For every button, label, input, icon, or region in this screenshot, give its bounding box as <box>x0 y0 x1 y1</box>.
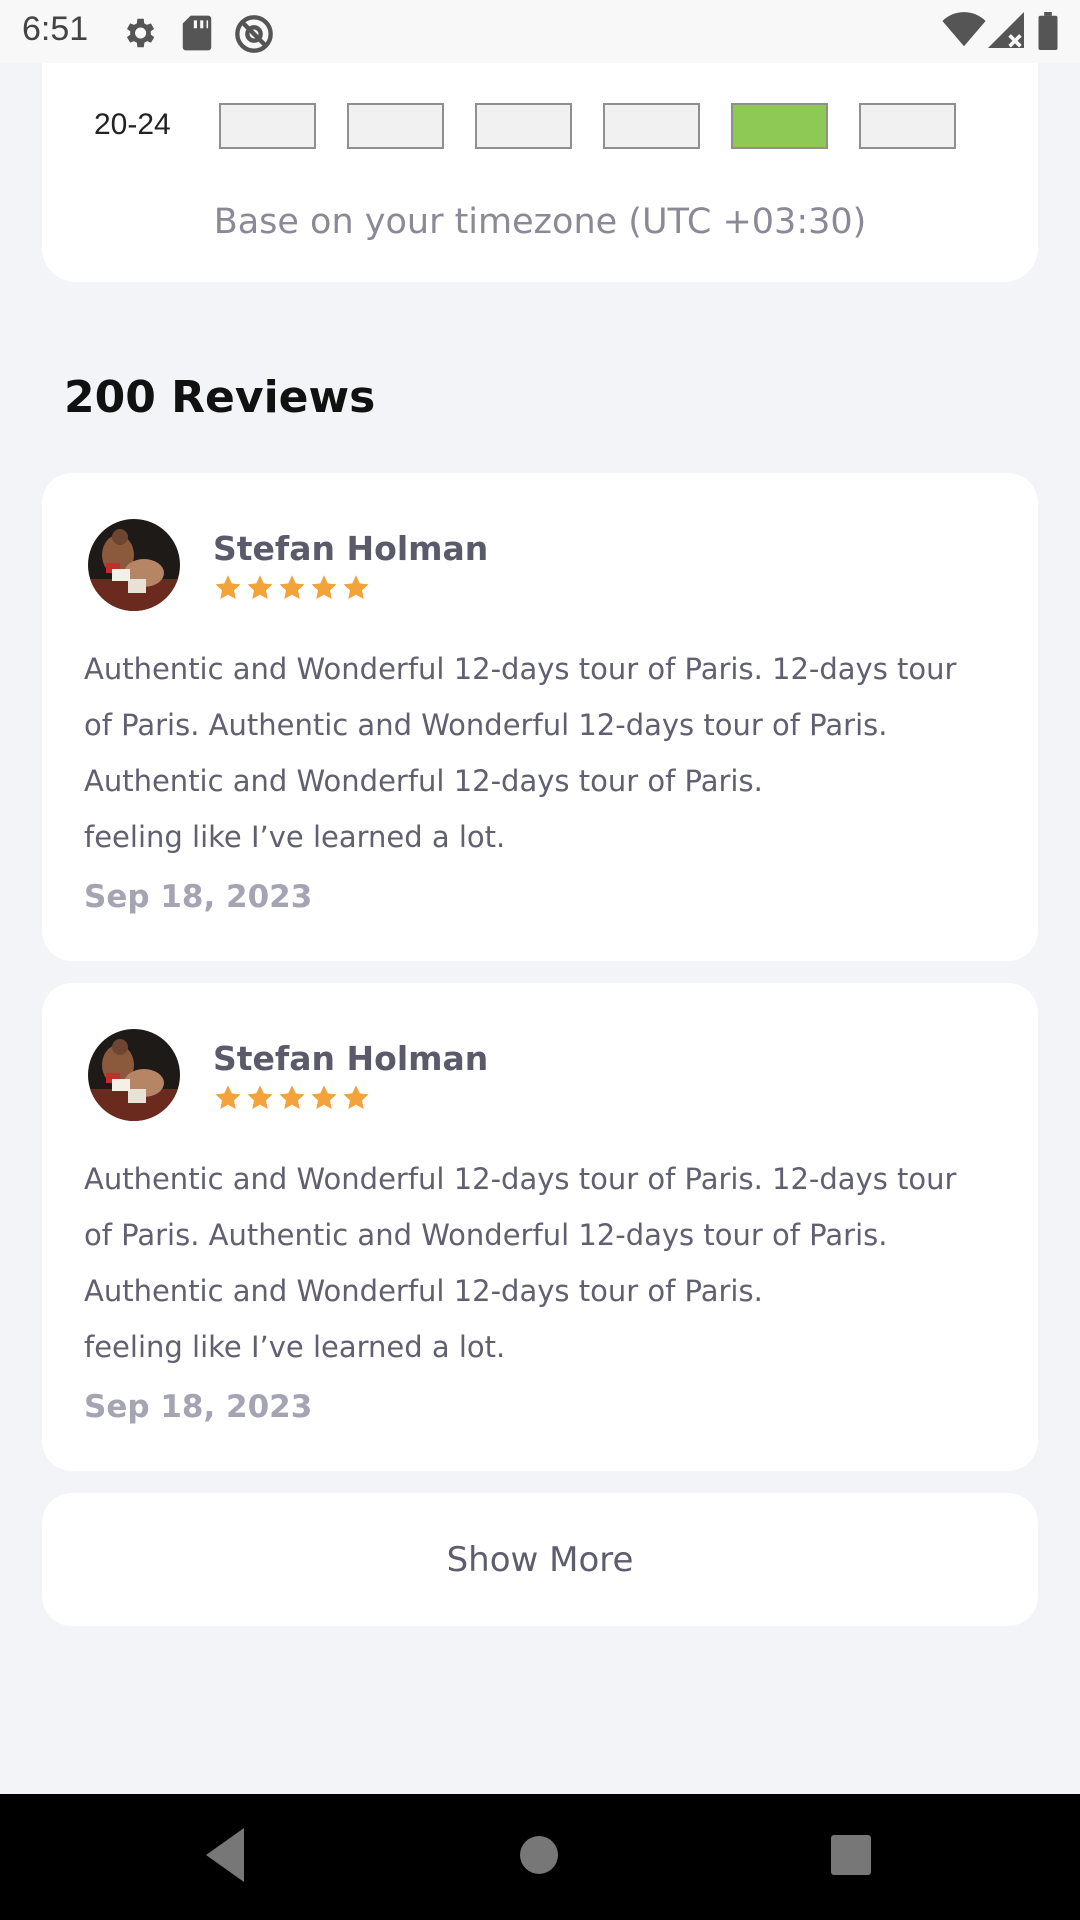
time-slot[interactable] <box>475 103 572 149</box>
timezone-note: Base on your timezone (UTC +03:30) <box>213 202 867 242</box>
review-text-line: Authentic and Wonderful 12-days tour of … <box>84 1274 763 1308</box>
review-date: Sep 18, 2023 <box>84 879 313 915</box>
star-icon <box>311 1085 337 1110</box>
review-card: Stefan Holman Authentic and Wonderful 12… <box>42 473 1038 961</box>
star-icon <box>247 1085 273 1110</box>
recents-icon[interactable] <box>830 1834 872 1880</box>
availability-card: 20-24 Base on your timezone (UTC +03:30) <box>42 10 1038 282</box>
review-text-line: feeling like I’ve learned a lot. <box>84 820 506 854</box>
review-text-line: Authentic and Wonderful 12-days tour of … <box>84 652 957 686</box>
reviewer-name: Stefan Holman <box>213 529 489 568</box>
star-icon <box>215 575 241 600</box>
time-slot[interactable] <box>859 103 956 149</box>
avatar[interactable] <box>88 1029 180 1121</box>
review-text: Authentic and Wonderful 12-days tour of … <box>84 641 1004 865</box>
time-slot-selected[interactable] <box>731 103 828 149</box>
star-icon <box>279 575 305 600</box>
status-bar: 6:51 <box>0 0 1080 63</box>
review-text-line: of Paris. Authentic and Wonderful 12-day… <box>84 1218 888 1252</box>
star-icon <box>343 575 369 600</box>
status-time: 6:51 <box>22 10 89 48</box>
review-card: Stefan Holman Authentic and Wonderful 12… <box>42 983 1038 1471</box>
star-icon <box>215 1085 241 1110</box>
star-rating <box>213 573 371 603</box>
navigation-bar <box>0 1794 1080 1920</box>
back-icon[interactable] <box>204 1824 248 1890</box>
time-slot[interactable] <box>347 103 444 149</box>
review-text-line: Authentic and Wonderful 12-days tour of … <box>84 1162 957 1196</box>
sd-card-icon <box>180 14 214 56</box>
time-row-label: 20-24 <box>94 108 171 141</box>
star-rating <box>213 1083 371 1113</box>
battery-icon <box>1038 12 1058 54</box>
review-text-line: of Paris. Authentic and Wonderful 12-day… <box>84 708 888 742</box>
review-text-line: Authentic and Wonderful 12-days tour of … <box>84 764 763 798</box>
star-icon <box>247 575 273 600</box>
avatar[interactable] <box>88 519 180 611</box>
wifi-icon <box>942 12 986 52</box>
reviewer-name: Stefan Holman <box>213 1039 489 1078</box>
at-sign-icon <box>234 14 274 58</box>
signal-icon <box>988 12 1024 52</box>
review-date: Sep 18, 2023 <box>84 1389 313 1425</box>
time-slot[interactable] <box>603 103 700 149</box>
reviews-title: 200 Reviews <box>64 372 376 423</box>
review-text: Authentic and Wonderful 12-days tour of … <box>84 1151 1004 1375</box>
review-text-line: feeling like I’ve learned a lot. <box>84 1330 506 1364</box>
home-icon[interactable] <box>516 1832 562 1882</box>
star-icon <box>343 1085 369 1110</box>
star-icon <box>279 1085 305 1110</box>
time-slot[interactable] <box>219 103 316 149</box>
star-icon <box>311 575 337 600</box>
show-more-button[interactable]: Show More <box>42 1493 1038 1626</box>
gear-icon <box>120 14 158 56</box>
